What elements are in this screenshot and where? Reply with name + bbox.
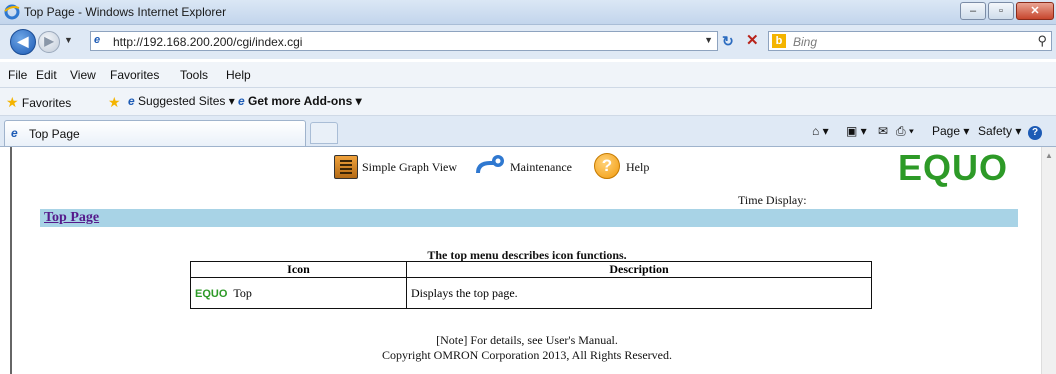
close-button[interactable]: ✕ [1016,2,1054,20]
url-field[interactable]: e http://192.168.200.200/cgi/index.cgi ▼ [90,31,718,51]
bing-logo-icon: b [772,34,786,48]
title-bar: Top Page - Windows Internet Explorer – ▫… [0,0,1056,25]
menu-bar: File Edit View Favorites Tools Help [0,62,1056,88]
url-dropdown-icon[interactable]: ▼ [704,35,713,45]
maintenance-link[interactable]: Maintenance [510,160,572,175]
help-menu[interactable]: ? [1028,124,1042,140]
page-title[interactable]: Top Page [44,210,99,226]
forward-button[interactable]: ▶ [38,31,60,53]
menu-tools[interactable]: Tools [180,68,208,82]
time-display: Time Display: [738,193,807,207]
menu-view[interactable]: View [70,68,96,82]
tab-bar: e Top Page ⌂ ▾ ▣ ▾ ✉ ⎙ ▾ Page ▾ Safety ▾… [0,116,1056,147]
menu-favorites[interactable]: Favorites [110,68,159,82]
ie-page-icon: e [238,94,245,108]
table-header-description: Description [406,261,872,278]
footer: [Note] For details, see User's Manual. C… [12,333,1042,363]
ie-page-icon: e [11,126,18,140]
help-link[interactable]: Help [626,160,649,175]
table-row: EQUO Top Displays the top page. [190,277,872,309]
star-icon: ★ [6,94,19,110]
ie-page-icon: e [128,94,135,108]
ie-logo-icon [4,4,20,20]
maintenance-gear-icon[interactable] [476,153,506,177]
page-menu[interactable]: Page ▾ [932,124,969,138]
vertical-scrollbar[interactable]: ▲ [1041,147,1056,374]
back-arrow-icon: ◀ [17,33,29,49]
back-button[interactable]: ◀ [10,29,36,55]
get-addons-label: Get more Add-ons ▾ [248,94,362,108]
refresh-icon[interactable]: ↻ [722,33,734,50]
stop-icon[interactable]: ✕ [746,31,759,49]
favorites-bar: ★ Favorites ★ e Suggested Sites ▾ e Get … [0,88,1056,116]
menu-edit[interactable]: Edit [36,68,57,82]
icon-label: Top [233,285,252,300]
add-favorite-icon[interactable]: ★ [108,94,121,111]
table-header-icon: Icon [190,261,407,278]
graph-view-icon[interactable] [334,155,358,179]
favorites-label: Favorites [21,96,72,110]
maximize-button[interactable]: ▫ [988,2,1014,20]
help-icon: ? [1028,126,1042,140]
tab-top-page[interactable]: e Top Page [4,120,306,146]
note-text: [Note] For details, see User's Manual. [436,333,618,347]
title-band: Top Page [40,209,1018,227]
feeds-icon[interactable]: ▣ ▾ [846,124,867,138]
equo-small-logo: EQUO [195,287,228,300]
suggested-sites-label: Suggested Sites ▾ [138,94,235,108]
print-icon[interactable]: ⎙ ▾ [896,124,914,139]
tab-label: Top Page [29,127,80,141]
search-icon[interactable]: ⚲ [1037,33,1047,49]
home-icon[interactable]: ⌂ ▾ [812,124,829,138]
table-cell-icon: EQUO Top [190,277,407,309]
menu-file[interactable]: File [8,68,27,82]
url-text: http://192.168.200.200/cgi/index.cgi [113,35,303,49]
table-cell-description: Displays the top page. [406,277,872,309]
minimize-button[interactable]: – [960,2,986,20]
equo-logo[interactable]: EQUO [898,147,1008,189]
address-bar: ◀ ▶ ▼ e http://192.168.200.200/cgi/index… [0,25,1056,59]
help-icon[interactable]: ? [594,153,620,179]
menu-help[interactable]: Help [226,68,251,82]
graph-view-link[interactable]: Simple Graph View [362,160,457,175]
search-placeholder: Bing [793,35,818,49]
mail-icon[interactable]: ✉ [878,124,888,138]
suggested-sites-button[interactable]: e Suggested Sites ▾ [128,94,235,108]
table-header-row: Icon Description [190,261,872,278]
copyright-text: Copyright OMRON Corporation 2013, All Ri… [382,348,672,362]
icon-table: Icon Description EQUO Top Displays the to… [190,261,872,309]
ie-page-icon: e [94,34,101,46]
forward-arrow-icon: ▶ [44,34,54,48]
page-content: Simple Graph View Maintenance ? Help EQU… [10,147,1043,374]
new-tab-button[interactable] [310,122,338,144]
search-input[interactable]: b Bing ⚲ [768,31,1052,51]
favorites-button[interactable]: ★ Favorites [6,94,71,111]
safety-menu[interactable]: Safety ▾ [978,124,1021,138]
get-addons-button[interactable]: e Get more Add-ons ▾ [238,94,362,108]
scroll-up-icon[interactable]: ▲ [1045,151,1053,160]
window-title: Top Page - Windows Internet Explorer [24,5,227,19]
recent-pages-dropdown[interactable]: ▼ [64,35,73,45]
